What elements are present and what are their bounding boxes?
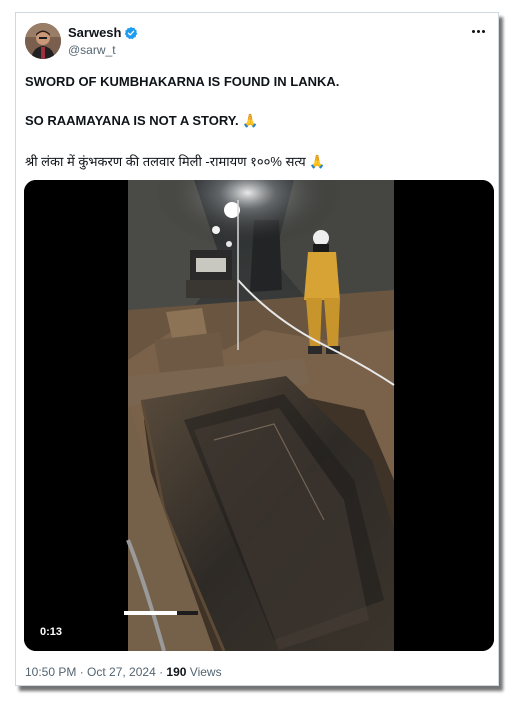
tweet-text-line-2-text: SO RAAMAYANA IS NOT A STORY. [25, 113, 239, 128]
folded-hands-icon: 🙏 [242, 113, 259, 128]
tweet-text-line-1: SWORD OF KUMBHAKARNA IS FOUND IN LANKA. [25, 74, 340, 89]
video-timecode: 0:13 [40, 626, 63, 638]
tweet-text-line-3: श्री लंका में कुंभकरण की तलवार मिली -राम… [25, 152, 326, 170]
views-count: 190 [166, 665, 187, 679]
tweet-text-line-2: SO RAAMAYANA IS NOT A STORY. 🙏 [25, 113, 258, 129]
tweet-text-line-3-text: श्री लंका में कुंभकरण की तलवार मिली -राम… [25, 154, 306, 169]
avatar-image [25, 23, 61, 59]
verified-badge-icon [125, 26, 138, 39]
folded-hands-icon: 🙏 [309, 154, 326, 169]
video-frame [24, 180, 494, 651]
tweet-timestamp[interactable]: 10:50 PM · Oct 27, 2024 · [25, 665, 163, 679]
author-name[interactable]: Sarwesh [68, 25, 138, 40]
video-progress-bar[interactable] [124, 611, 198, 615]
video-progress-fill [124, 611, 178, 615]
tweet-card: Sarwesh @sarw_t SWORD OF KUMBHAKARNA IS … [15, 12, 499, 686]
avatar[interactable] [25, 23, 61, 59]
author-name-text[interactable]: Sarwesh [68, 25, 121, 40]
video-player[interactable]: 0:13 [24, 180, 494, 651]
views-label: Views [189, 665, 222, 679]
more-options-icon[interactable] [468, 23, 488, 39]
tweet-meta: 10:50 PM · Oct 27, 2024 · 190 Views [25, 665, 222, 679]
author-handle[interactable]: @sarw_t [68, 43, 116, 57]
